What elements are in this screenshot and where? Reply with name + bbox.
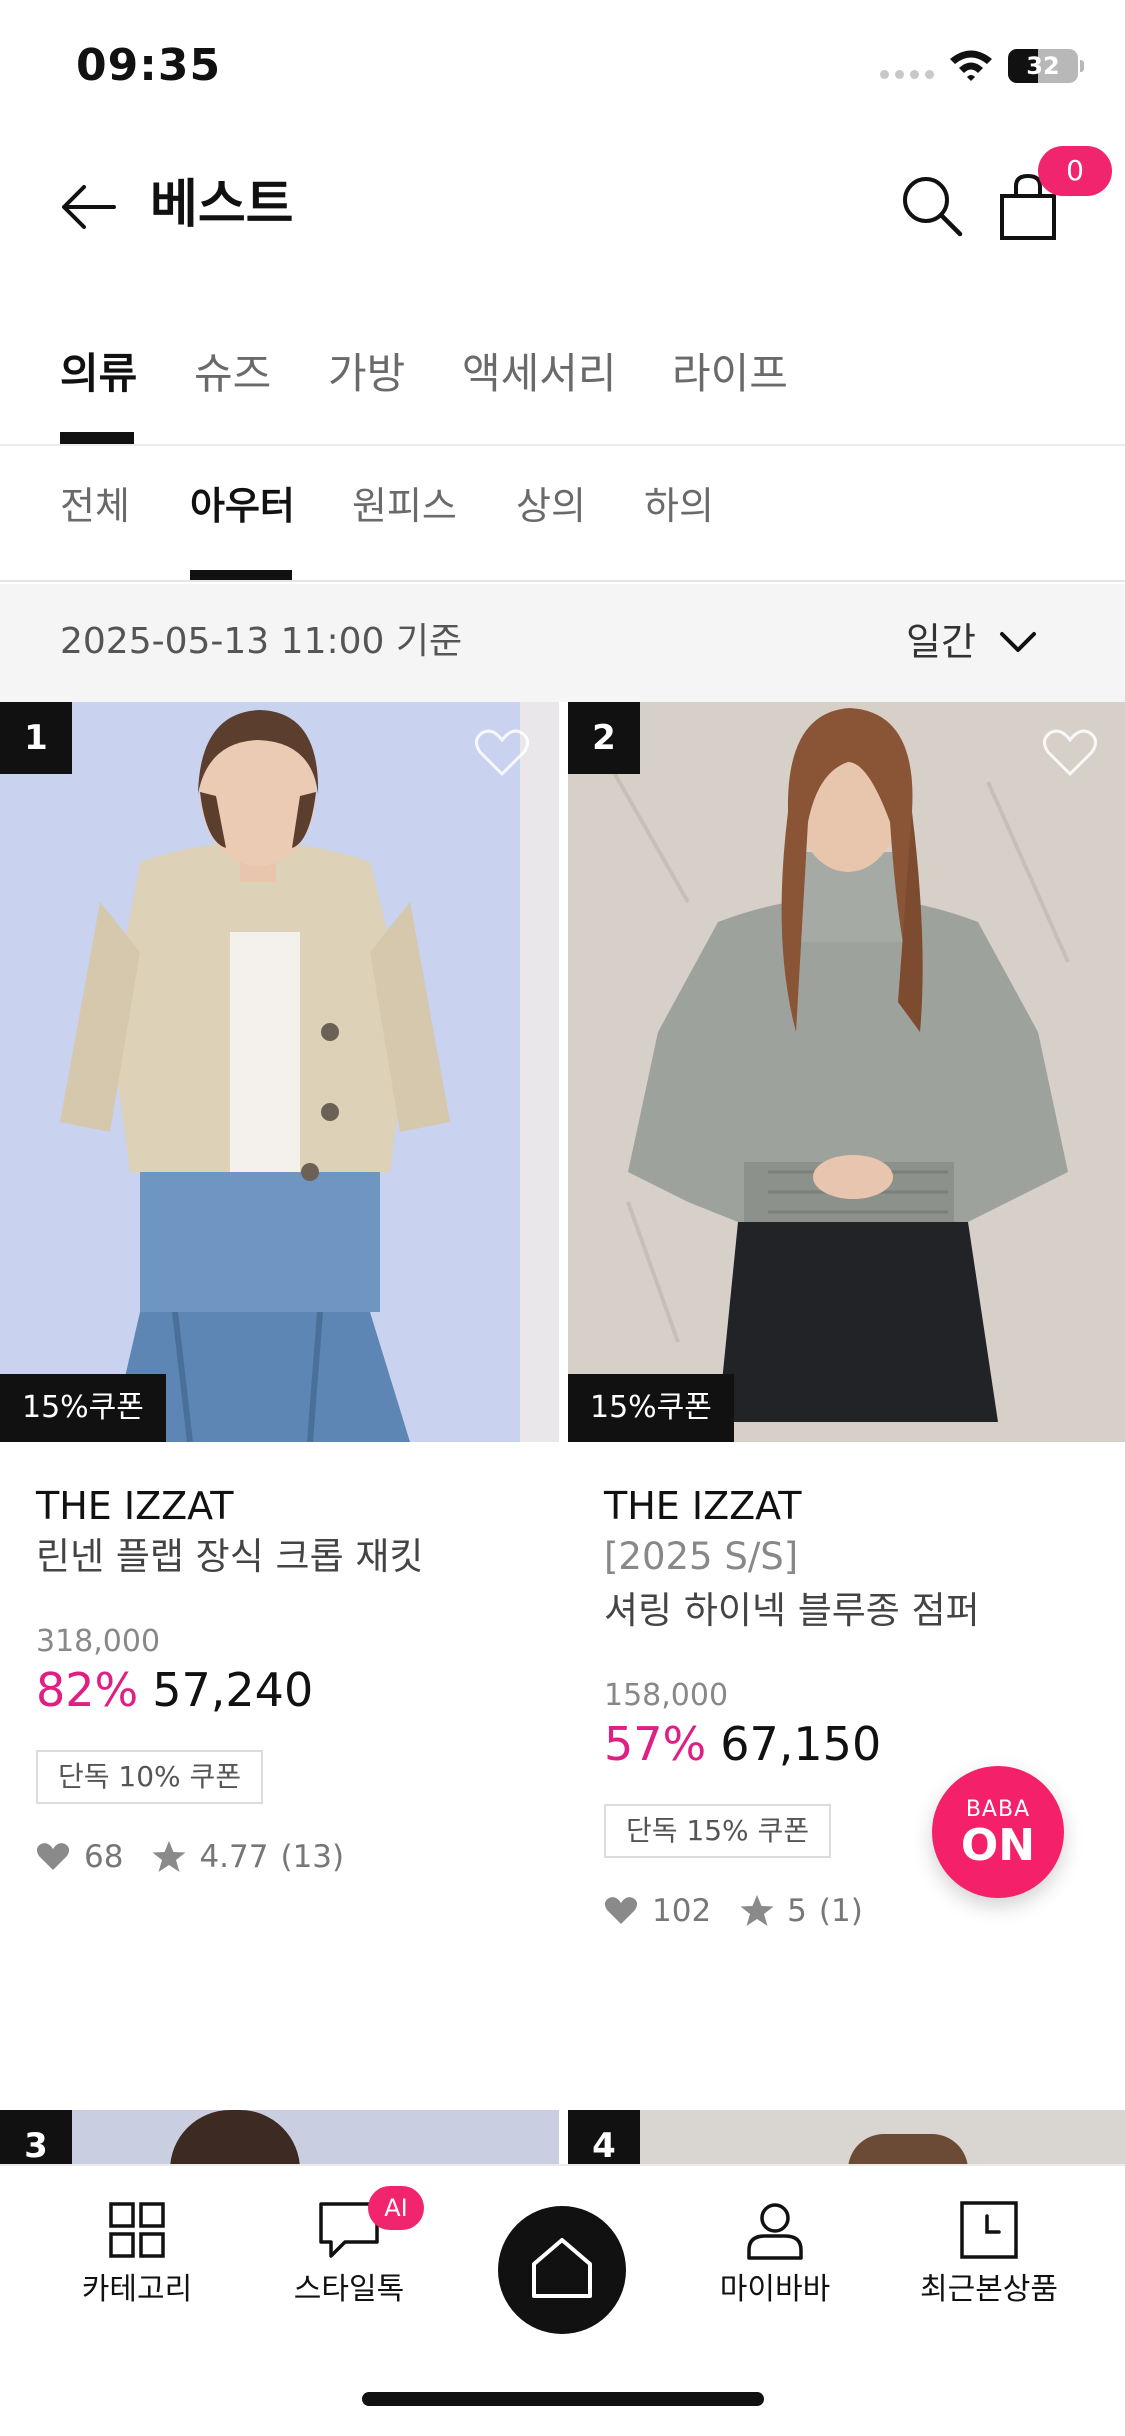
home-indicator — [362, 2392, 764, 2406]
product-stats: 102 5 (1) — [604, 1886, 863, 1936]
cart-count-badge: 0 — [1038, 146, 1112, 196]
product-name: 린넨 플랩 장식 크롭 재킷 — [36, 1535, 424, 1578]
subtab-tops[interactable]: 상의 — [516, 476, 586, 536]
subtab-dress[interactable]: 원피스 — [352, 476, 457, 536]
home-icon — [532, 2238, 592, 2298]
active-tab-indicator — [60, 432, 134, 444]
signal-dots-icon — [880, 70, 934, 79]
subtab-bottoms[interactable]: 하의 — [644, 476, 714, 536]
exclusive-coupon-badge: 단독 15% 쿠폰 — [604, 1804, 832, 1858]
tab-clothing[interactable]: 의류 — [60, 334, 137, 414]
product-stats: 68 4.77 (13) — [36, 1832, 344, 1882]
baba-on-floating-button[interactable]: BABA ON — [932, 1766, 1064, 1898]
nav-recent[interactable]: 최근본상품 — [904, 2200, 1074, 2310]
coupon-tag: 15%쿠폰 — [0, 1374, 166, 1442]
grid-icon — [109, 2202, 165, 2258]
nav-label: 최근본상품 — [920, 2272, 1058, 2307]
product-image-partial[interactable]: 3 — [0, 2110, 559, 2170]
rating-value: 4.77 — [199, 1839, 269, 1875]
period-dropdown[interactable]: 일간 — [906, 614, 976, 670]
product-name: 셔링 하이넥 블루종 점퍼 — [604, 1589, 980, 1632]
baba-on-label-bottom: ON — [960, 1820, 1036, 1871]
product-image-partial[interactable]: 4 — [568, 2110, 1125, 2170]
home-button[interactable] — [498, 2206, 626, 2334]
sub-category-tabs: 전체 아우터 원피스 상의 하의 — [0, 446, 1125, 582]
original-price: 318,000 — [36, 1624, 161, 1659]
main-category-tabs: 의류 슈즈 가방 액세서리 라이프 — [0, 320, 1125, 446]
nav-label: 마이바바 — [719, 2272, 831, 2307]
next-product-row: 3 4 — [0, 2110, 1125, 2170]
original-price: 158,000 — [604, 1678, 729, 1713]
rank-badge: 1 — [0, 702, 72, 774]
battery-cap — [1080, 60, 1084, 72]
subtab-outer[interactable]: 아우터 — [190, 476, 295, 536]
heart-outline-icon[interactable] — [474, 728, 530, 778]
rank-badge: 3 — [0, 2110, 72, 2170]
sale-price: 67,150 — [720, 1717, 882, 1771]
product-brand: THE IZZAT — [36, 1484, 234, 1528]
rank-badge: 4 — [568, 2110, 640, 2170]
sale-price-row: 82% 57,240 — [36, 1660, 313, 1720]
nav-mybaba[interactable]: 마이바바 — [690, 2200, 860, 2310]
recent-icon — [960, 2201, 1018, 2259]
header: 베스트 0 — [0, 140, 1125, 270]
coupon-tag: 15%쿠폰 — [568, 1374, 734, 1442]
active-subtab-indicator — [190, 570, 292, 580]
ranking-date-bar: 2025-05-13 11:00 기준 일간 — [0, 584, 1125, 702]
product-image[interactable]: 2 15%쿠폰 — [568, 702, 1125, 1442]
heart-icon — [36, 1843, 70, 1870]
user-icon — [747, 2203, 803, 2260]
discount-rate: 57% — [604, 1717, 707, 1771]
tab-bags[interactable]: 가방 — [328, 334, 405, 414]
search-icon[interactable] — [900, 174, 964, 238]
ai-badge: AI — [368, 2186, 424, 2230]
wifi-icon — [950, 50, 992, 81]
product-photo-jacket — [0, 702, 559, 1442]
product-card[interactable]: 1 15%쿠폰 THE IZZAT 린넨 플랩 장식 크롭 재킷 318,000… — [0, 702, 559, 1875]
status-bar: 09:35 32 — [0, 0, 1125, 130]
heart-outline-icon[interactable] — [1042, 728, 1098, 778]
review-count: (1) — [818, 1893, 863, 1929]
nav-category[interactable]: 카테고리 — [52, 2200, 222, 2310]
heart-icon — [604, 1897, 638, 1924]
rank-badge: 2 — [568, 702, 640, 774]
subtab-all[interactable]: 전체 — [60, 476, 130, 536]
exclusive-coupon-badge: 단독 10% 쿠폰 — [36, 1750, 264, 1804]
tab-shoes[interactable]: 슈즈 — [194, 334, 271, 414]
nav-styletalk[interactable]: AI 스타일톡 — [264, 2186, 434, 2310]
battery-icon: 32 — [1008, 49, 1078, 83]
battery-level: 32 — [1026, 52, 1060, 80]
sale-price: 57,240 — [152, 1663, 314, 1717]
chevron-down-icon[interactable] — [996, 624, 1040, 660]
like-count: 68 — [84, 1839, 124, 1875]
star-icon — [740, 1895, 774, 1926]
nav-label: 스타일톡 — [293, 2272, 405, 2307]
status-time: 09:35 — [76, 40, 222, 91]
product-season-tag: [2025 S/S] — [604, 1535, 799, 1578]
star-icon — [152, 1841, 186, 1872]
tab-accessories[interactable]: 액세서리 — [462, 334, 617, 414]
rating-value: 5 — [787, 1893, 807, 1929]
sale-price-row: 57% 67,150 — [604, 1714, 881, 1774]
discount-rate: 82% — [36, 1663, 139, 1717]
ranking-date: 2025-05-13 11:00 기준 — [60, 621, 463, 662]
product-brand: THE IZZAT — [604, 1484, 802, 1528]
nav-label: 카테고리 — [81, 2272, 193, 2307]
like-count: 102 — [652, 1893, 712, 1929]
review-count: (13) — [280, 1839, 345, 1875]
product-card[interactable]: 2 15%쿠폰 THE IZZAT [2025 S/S] 셔링 하이넥 블루종 … — [568, 702, 1125, 1952]
product-image[interactable]: 1 15%쿠폰 — [0, 702, 559, 1442]
tab-life[interactable]: 라이프 — [672, 334, 788, 414]
back-arrow-icon[interactable] — [58, 182, 118, 232]
page-title: 베스트 — [150, 175, 294, 235]
baba-on-label-top: BABA — [965, 1797, 1031, 1822]
product-photo-jumper — [568, 702, 1125, 1442]
